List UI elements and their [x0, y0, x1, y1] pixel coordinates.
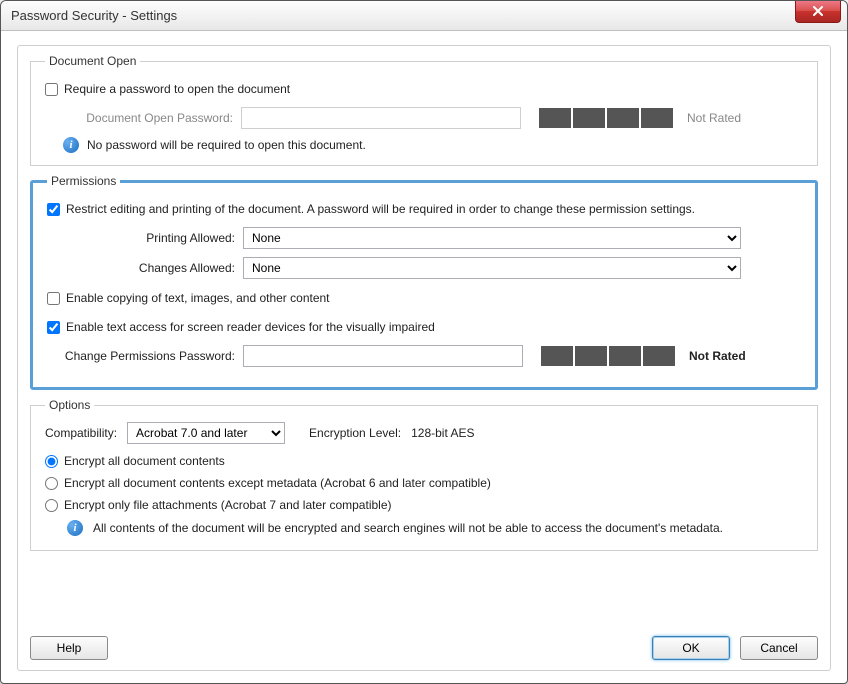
printing-allowed-label: Printing Allowed:: [47, 231, 243, 245]
enable-copying-checkbox[interactable]: [47, 292, 60, 305]
strength-meter: [541, 346, 675, 366]
restrict-editing-label: Restrict editing and printing of the doc…: [66, 202, 695, 216]
dialog-window: Password Security - Settings Document Op…: [0, 0, 848, 684]
strength-text: Not Rated: [689, 349, 746, 363]
strength-box: [643, 346, 675, 366]
encrypt-attachments-radio[interactable]: [45, 499, 58, 512]
compatibility-label: Compatibility:: [45, 426, 117, 440]
encrypt-except-metadata-label: Encrypt all document contents except met…: [64, 476, 491, 490]
strength-box: [607, 108, 639, 128]
strength-box: [641, 108, 673, 128]
strength-box: [539, 108, 571, 128]
close-icon: [812, 6, 824, 16]
window-title: Password Security - Settings: [11, 8, 177, 23]
encryption-level-label: Encryption Level:: [309, 426, 401, 440]
changes-allowed-select[interactable]: None: [243, 257, 741, 279]
doc-open-password-label: Document Open Password:: [45, 111, 241, 125]
strength-box: [609, 346, 641, 366]
cancel-button[interactable]: Cancel: [740, 636, 818, 660]
legend-document-open: Document Open: [45, 54, 140, 68]
ok-button[interactable]: OK: [652, 636, 730, 660]
require-password-checkbox[interactable]: [45, 83, 58, 96]
strength-box: [573, 108, 605, 128]
groupbox-options: Options Compatibility: Acrobat 7.0 and l…: [30, 398, 818, 551]
info-icon: i: [63, 137, 79, 153]
change-perm-password-input[interactable]: [243, 345, 523, 367]
restrict-editing-checkbox[interactable]: [47, 203, 60, 216]
encrypt-except-metadata-radio[interactable]: [45, 477, 58, 490]
groupbox-document-open: Document Open Require a password to open…: [30, 54, 818, 166]
close-button[interactable]: [795, 1, 841, 23]
inner-panel: Document Open Require a password to open…: [17, 45, 831, 671]
legend-options: Options: [45, 398, 94, 412]
enable-copying-label: Enable copying of text, images, and othe…: [66, 291, 330, 305]
strength-box: [541, 346, 573, 366]
encrypt-attachments-label: Encrypt only file attachments (Acrobat 7…: [64, 498, 392, 512]
options-info-text: All contents of the document will be enc…: [93, 521, 723, 535]
client-area: Document Open Require a password to open…: [1, 31, 847, 683]
titlebar: Password Security - Settings: [1, 1, 847, 31]
change-perm-password-label: Change Permissions Password:: [47, 349, 243, 363]
groupbox-permissions: Permissions Restrict editing and printin…: [30, 174, 818, 390]
enable-screen-reader-label: Enable text access for screen reader dev…: [66, 320, 435, 334]
help-button[interactable]: Help: [30, 636, 108, 660]
strength-box: [575, 346, 607, 366]
encrypt-all-label: Encrypt all document contents: [64, 454, 225, 468]
changes-allowed-label: Changes Allowed:: [47, 261, 243, 275]
encrypt-all-radio[interactable]: [45, 455, 58, 468]
strength-text: Not Rated: [687, 111, 741, 125]
strength-meter: [539, 108, 673, 128]
legend-permissions: Permissions: [47, 174, 120, 188]
printing-allowed-select[interactable]: None: [243, 227, 741, 249]
compatibility-select[interactable]: Acrobat 7.0 and later: [127, 422, 285, 444]
info-icon: i: [67, 520, 83, 536]
button-bar: Help OK Cancel: [30, 636, 818, 660]
doc-open-info-text: No password will be required to open thi…: [87, 138, 366, 152]
doc-open-password-input: [241, 107, 521, 129]
require-password-label: Require a password to open the document: [64, 82, 290, 96]
encryption-level-value: 128-bit AES: [411, 426, 474, 440]
enable-screen-reader-checkbox[interactable]: [47, 321, 60, 334]
